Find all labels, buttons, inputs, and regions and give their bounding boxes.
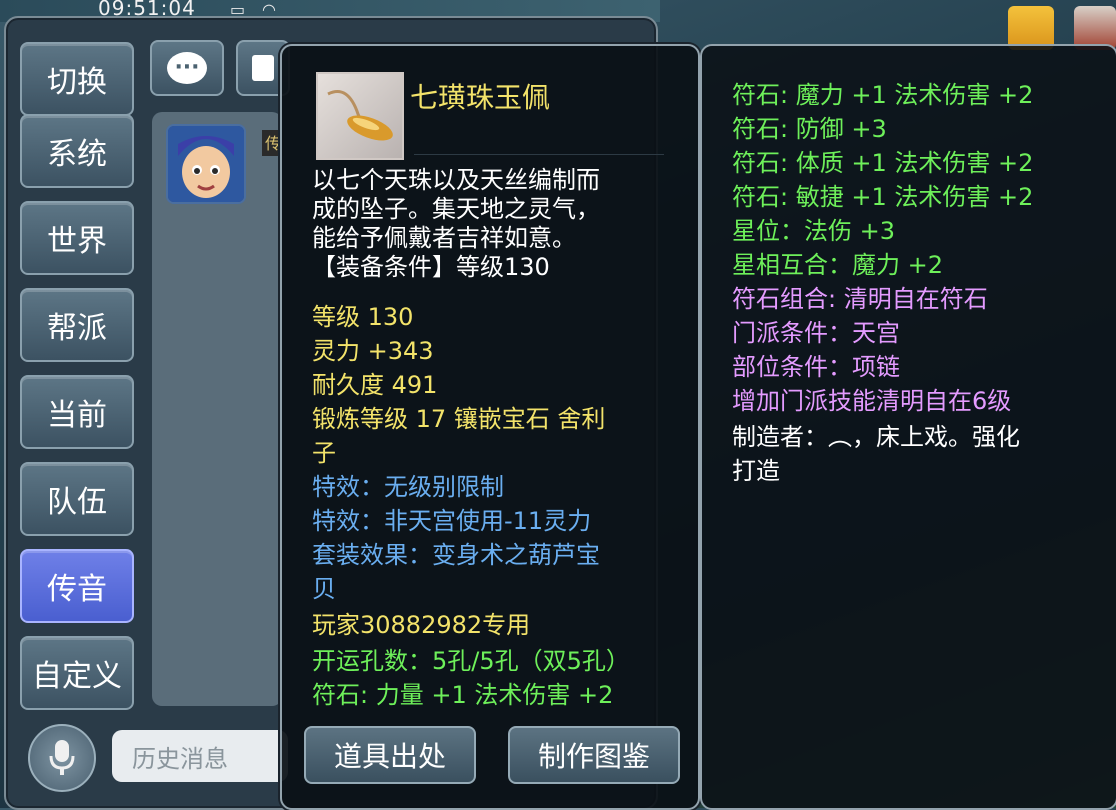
chat-bubble-icon: ··· [167,52,207,84]
channel-guild-button[interactable]: 帮派 [20,288,134,362]
title-divider [414,154,664,155]
item-stat-line: 玩家30882982专用 [312,611,531,639]
channel-whisper-button[interactable]: 传音 [20,549,134,623]
description-line: 成的坠子。集天地之灵气， [312,195,600,223]
item-stat-line: 制造者：︵，床上戏。强化 [732,423,1020,451]
description-line: 能给予佩戴者吉祥如意。 [312,224,576,252]
item-tooltip-continued: 符石: 魔力 +1 法术伤害 +2 符石: 防御 +3 符石: 体质 +1 法术… [700,44,1116,810]
item-stat-line: 星相互合：魔力 +2 [732,251,944,279]
item-stat-line: 等级 130 [312,303,414,331]
channel-system-button[interactable]: 系统 [20,114,134,188]
history-placeholder: 历史消息 [132,744,228,773]
item-description: 以七个天珠以及天丝编制而 成的坠子。集天地之灵气， 能给予佩戴者吉祥如意。 【装… [312,166,682,282]
item-stat-line: 特效：非天宫使用-11灵力 [312,507,592,535]
emoji-chat-button[interactable]: ··· [150,40,224,96]
item-stat-line: 子 [312,439,336,467]
item-stat-line: 增加门派技能清明自在6级 [732,387,1012,415]
microphone-icon [49,740,75,775]
item-stat-line: 贝 [312,575,336,603]
item-stat-line: 打造 [732,457,780,485]
item-stat-line: 符石: 魔力 +1 法术伤害 +2 [732,81,1034,109]
item-source-button[interactable]: 道具出处 [304,726,476,784]
item-stat-line: 符石: 防御 +3 [732,115,887,143]
item-tooltip: 七璜珠玉佩 以七个天珠以及天丝编制而 成的坠子。集天地之灵气， 能给予佩戴者吉祥… [280,44,700,810]
item-stat-line: 部位条件：项链 [732,353,900,381]
item-stat-line: 符石: 力量 +1 法术伤害 +2 [312,681,614,709]
sender-avatar[interactable] [166,124,246,204]
item-stat-line: 灵力 +343 [312,337,434,365]
item-stat-line: 符石: 敏捷 +1 法术伤害 +2 [732,183,1034,211]
channel-custom-button[interactable]: 自定义 [20,636,134,710]
item-stat-line: 符石: 体质 +1 法术伤害 +2 [732,149,1034,177]
item-name: 七璜珠玉佩 [410,81,551,114]
item-stat-line: 锻炼等级 17 镶嵌宝石 舍利 [312,405,606,433]
channel-switch-button[interactable]: 切换 [20,42,134,116]
description-line: 以七个天珠以及天丝编制而 [312,166,600,194]
item-stat-line: 符石组合: 清明自在符石 [732,285,988,313]
description-line: 【装备条件】等级130 [312,253,550,281]
item-stat-line: 星位：法伤 +3 [732,217,896,245]
history-messages-field[interactable]: 历史消息 [112,730,288,782]
channel-world-button[interactable]: 世界 [20,201,134,275]
item-icon [316,72,404,160]
voice-input-button[interactable] [28,724,96,792]
note-icon [252,55,274,81]
channel-current-button[interactable]: 当前 [20,375,134,449]
item-stat-line: 开运孔数：5孔/5孔（双5孔） [312,647,630,675]
item-stat-line: 门派条件：天宫 [732,319,900,347]
item-stat-line: 套装效果：变身术之葫芦宝 [312,541,600,569]
channel-team-button[interactable]: 队伍 [20,462,134,536]
item-stat-line: 特效：无级别限制 [312,473,504,501]
crafting-catalog-button[interactable]: 制作图鉴 [508,726,680,784]
item-stat-line: 耐久度 491 [312,371,438,399]
